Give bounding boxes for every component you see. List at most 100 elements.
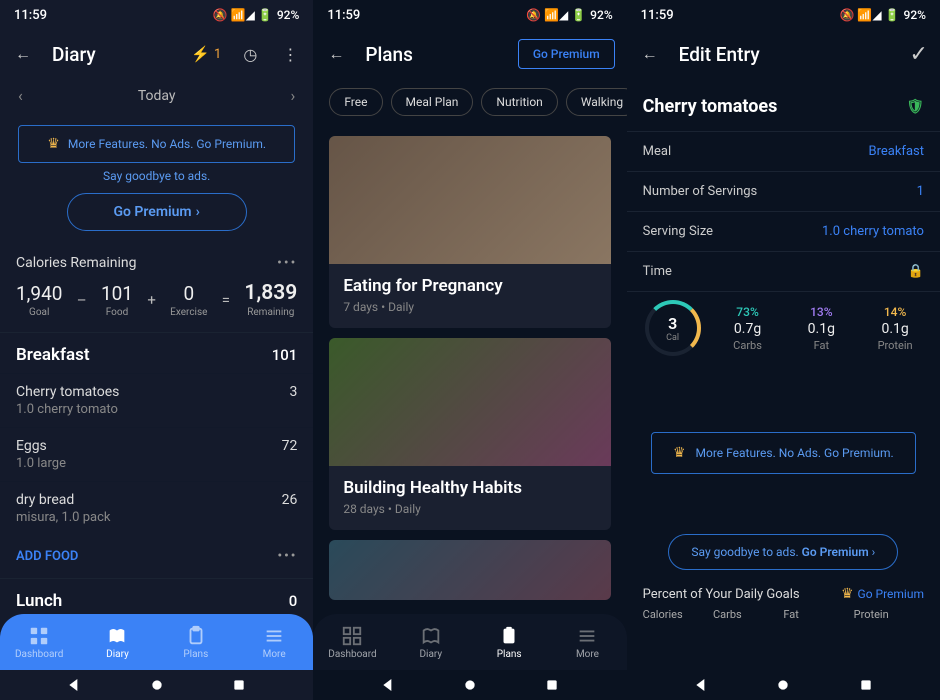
chip-nutrition[interactable]: Nutrition	[481, 88, 557, 116]
status-icons: 🔕 📶◢ 🔋92%	[213, 8, 300, 22]
status-icons: 🔕 📶◢ 🔋92%	[839, 8, 926, 22]
back-icon[interactable]: ←	[12, 43, 34, 65]
filter-chips: Free Meal Plan Nutrition Walking Workout	[313, 78, 626, 126]
nav-dashboard[interactable]: Dashboard	[0, 614, 78, 670]
calories-remaining-label: Calories Remaining	[16, 255, 136, 271]
calorie-ring: 3 Cal	[645, 300, 701, 356]
go-premium-button[interactable]: Go Premium	[518, 39, 615, 69]
goals-header: Percent of Your Daily Goals ♛Go Premium	[627, 570, 940, 608]
plan-card-healthy-habits[interactable]: Building Healthy Habits28 days • Daily	[329, 338, 610, 530]
dashboard-icon	[341, 625, 363, 647]
plans-icon	[498, 625, 520, 647]
check-icon[interactable]: ✓	[910, 42, 928, 67]
plan-card-partial[interactable]	[329, 540, 610, 600]
sys-home-icon[interactable]	[775, 677, 791, 693]
status-time: 11:59	[327, 8, 360, 23]
crown-icon: ♛	[841, 586, 854, 602]
goals-premium-link[interactable]: ♛Go Premium	[841, 586, 924, 602]
calories-header: Calories Remaining •••	[0, 245, 313, 277]
diary-title: Diary	[52, 43, 173, 66]
status-bar: 11:59 🔕 📶◢ 🔋92%	[313, 0, 626, 30]
chip-free[interactable]: Free	[329, 88, 382, 116]
nav-plans[interactable]: Plans	[157, 614, 235, 670]
go-premium-button[interactable]: Go Premium›	[67, 193, 247, 231]
macro-carbs: 73% 0.7g Carbs	[713, 305, 783, 352]
status-bar: 11:59 🔕 📶◢ 🔋92%	[0, 0, 313, 30]
entry-title: Edit Entry	[679, 43, 892, 66]
sys-recent-icon[interactable]	[858, 677, 874, 693]
nav-more[interactable]: More	[235, 614, 313, 670]
back-icon[interactable]: ←	[639, 43, 661, 65]
chevron-right-icon: ›	[196, 204, 200, 220]
add-food-breakfast[interactable]: ADD FOOD •••	[0, 535, 313, 578]
status-icons: 🔕 📶◢ 🔋92%	[526, 8, 613, 22]
chevron-right-icon: ›	[872, 545, 876, 559]
plans-icon	[185, 625, 207, 647]
promo-subtext: Say goodbye to ads.	[0, 169, 313, 183]
nav-plans[interactable]: Plans	[470, 614, 548, 670]
status-time: 11:59	[14, 8, 47, 23]
lunch-header[interactable]: Lunch 0	[0, 578, 313, 619]
food-item-dry-bread[interactable]: dry breadmisura, 1.0 pack 26	[0, 481, 313, 535]
system-nav	[627, 670, 940, 700]
plan-image	[329, 136, 610, 264]
promo-pill[interactable]: Say goodbye to ads. Go Premium ›	[668, 534, 898, 570]
time-row[interactable]: Time 🔒	[627, 251, 940, 291]
sys-back-icon[interactable]	[693, 677, 709, 693]
calories-more-icon[interactable]: •••	[277, 255, 297, 271]
nav-diary[interactable]: Diary	[392, 614, 470, 670]
verified-shield-icon: 🛡	[906, 99, 924, 115]
chip-walking[interactable]: Walking	[566, 88, 627, 116]
diary-screen: 11:59 🔕 📶◢ 🔋92% ← Diary ⚡ 1 ◷ ⋮ ‹ Today ›…	[0, 0, 313, 700]
bottom-nav: Dashboard Diary Plans More	[0, 614, 313, 670]
nav-diary[interactable]: Diary	[78, 614, 156, 670]
chip-meal-plan[interactable]: Meal Plan	[391, 88, 474, 116]
more-icon[interactable]: ⋮	[279, 43, 301, 65]
meal-row[interactable]: Meal Breakfast	[627, 131, 940, 171]
promo-banner[interactable]: ♛ More Features. No Ads. Go Premium.	[18, 125, 295, 163]
breakfast-header[interactable]: Breakfast 101	[0, 332, 313, 373]
serving-size-row[interactable]: Serving Size 1.0 cherry tomato	[627, 211, 940, 251]
sys-back-icon[interactable]	[66, 677, 82, 693]
status-bar: 11:59 🔕 📶◢ 🔋92%	[627, 0, 940, 30]
plans-title: Plans	[365, 43, 500, 66]
promo-banner[interactable]: ♛ More Features. No Ads. Go Premium.	[651, 432, 916, 474]
servings-row[interactable]: Number of Servings 1	[627, 171, 940, 211]
bottom-nav: Dashboard Diary Plans More	[313, 614, 626, 670]
diary-appbar: ← Diary ⚡ 1 ◷ ⋮	[0, 30, 313, 78]
food-value: 101	[101, 282, 133, 305]
lock-icon: 🔒	[908, 264, 924, 279]
promo-text: More Features. No Ads. Go Premium.	[68, 137, 266, 151]
food-item-eggs[interactable]: Eggs1.0 large 72	[0, 427, 313, 481]
status-time: 11:59	[641, 8, 674, 23]
sys-home-icon[interactable]	[462, 677, 478, 693]
calories-row: 1,940Goal – 101Food + 0Exercise = 1,839R…	[0, 277, 313, 332]
plan-card-pregnancy[interactable]: Eating for Pregnancy7 days • Daily	[329, 136, 610, 328]
prev-day-icon[interactable]: ‹	[18, 86, 23, 105]
sys-recent-icon[interactable]	[231, 677, 247, 693]
more-menu-icon	[263, 625, 285, 647]
date-label[interactable]: Today	[138, 88, 176, 104]
food-name-header: Cherry tomatoes 🛡	[627, 78, 940, 131]
breakfast-more-icon[interactable]: •••	[278, 549, 298, 564]
sys-home-icon[interactable]	[149, 677, 165, 693]
next-day-icon[interactable]: ›	[291, 86, 296, 105]
edit-entry-screen: 11:59 🔕 📶◢ 🔋92% ← Edit Entry ✓ Cherry to…	[627, 0, 940, 700]
nav-more[interactable]: More	[548, 614, 626, 670]
plans-appbar: ← Plans Go Premium	[313, 30, 626, 78]
date-bar: ‹ Today ›	[0, 78, 313, 113]
macro-fat: 13% 0.1g Fat	[786, 305, 856, 352]
clock-icon[interactable]: ◷	[239, 43, 261, 65]
back-icon[interactable]: ←	[325, 43, 347, 65]
sys-back-icon[interactable]	[380, 677, 396, 693]
goal-value: 1,940	[16, 282, 62, 305]
plan-image	[329, 540, 610, 600]
system-nav	[0, 670, 313, 700]
streak-icon[interactable]: ⚡	[191, 45, 210, 63]
crown-icon: ♛	[47, 136, 60, 152]
food-item-cherry-tomatoes[interactable]: Cherry tomatoes1.0 cherry tomato 3	[0, 373, 313, 427]
sys-recent-icon[interactable]	[544, 677, 560, 693]
dashboard-icon	[28, 625, 50, 647]
streak-count: 1	[214, 47, 221, 62]
nav-dashboard[interactable]: Dashboard	[313, 614, 391, 670]
